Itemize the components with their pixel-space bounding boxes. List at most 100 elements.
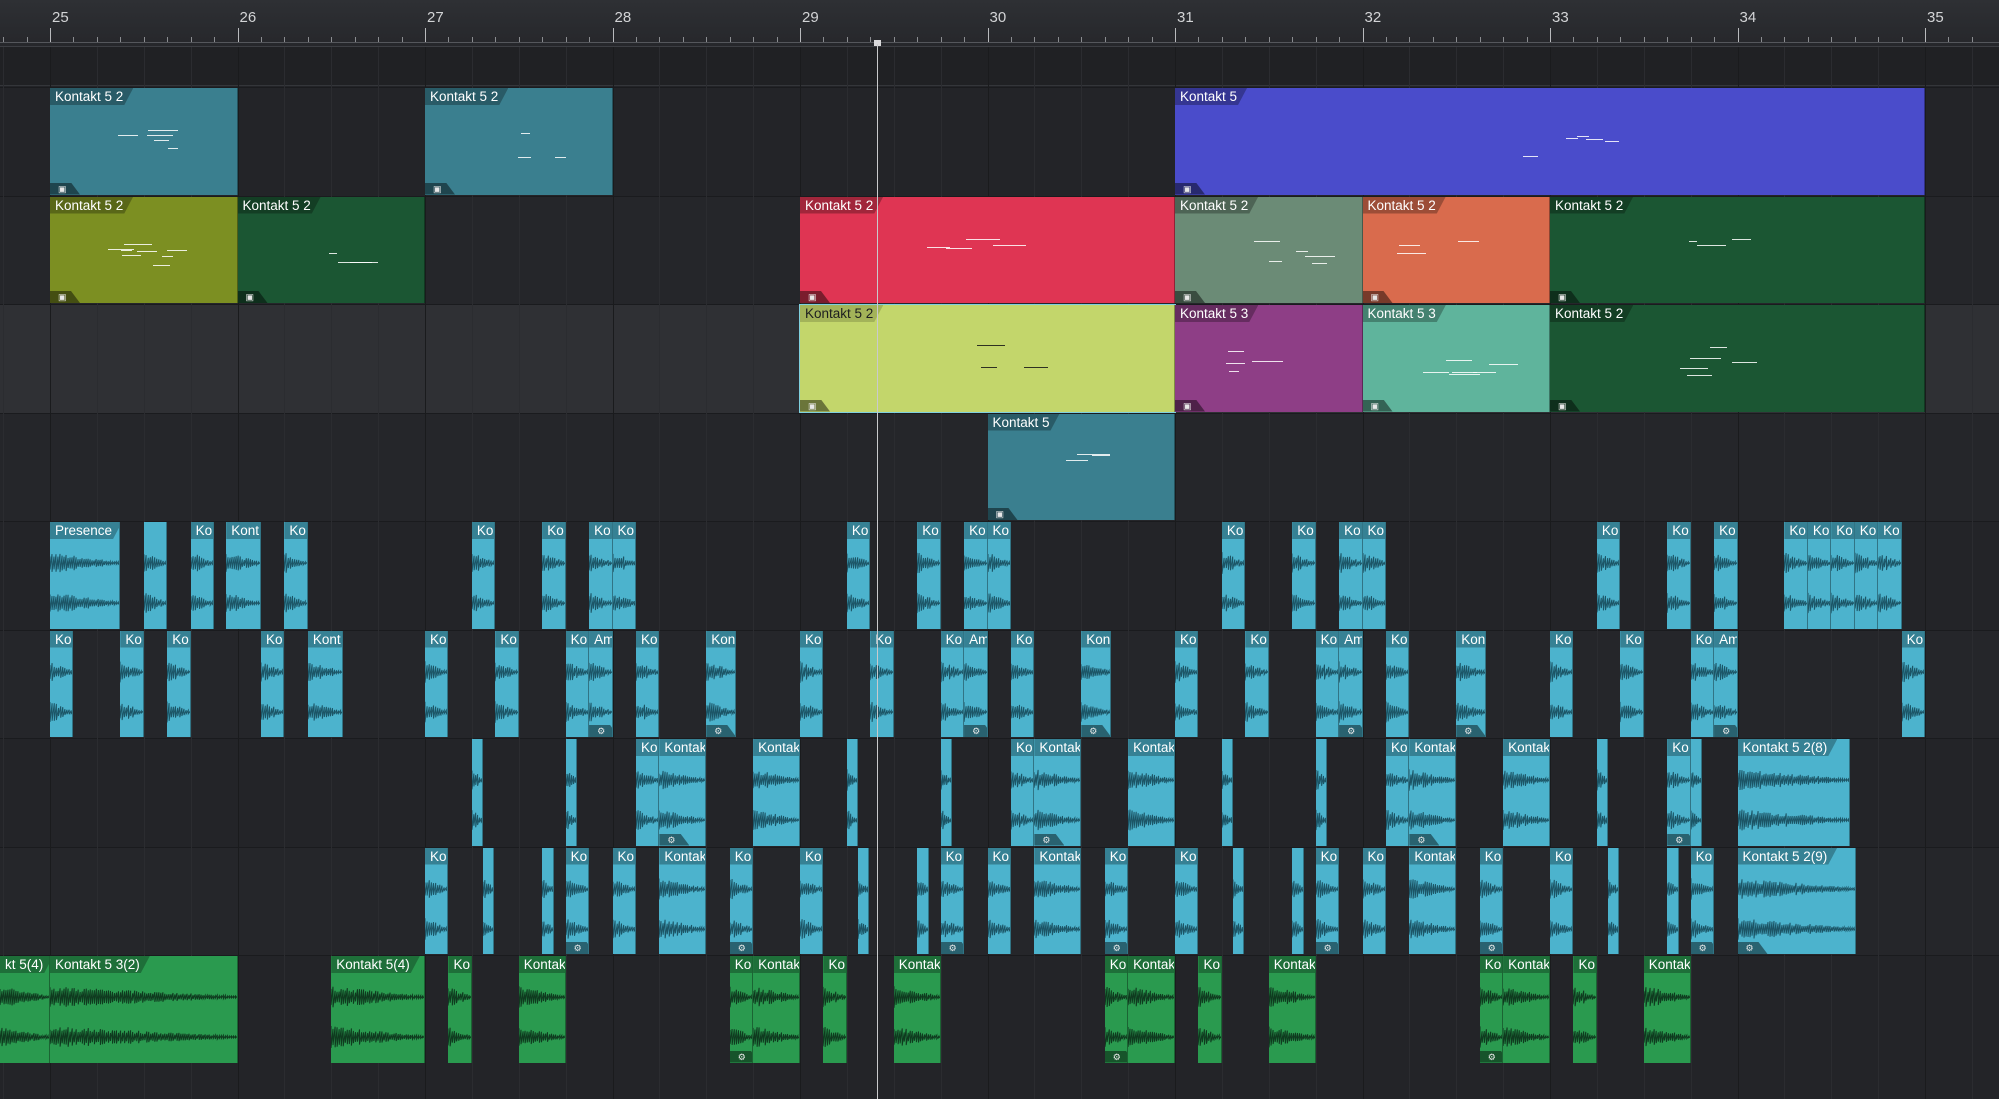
instrument-event[interactable]: Kontakt 5 2 ▣ [1550,305,1925,412]
audio-event[interactable]: Kontakt 5 2(9) ⚙ [1737,847,1856,954]
audio-event[interactable]: Ko ⚙ [565,847,590,954]
audio-event[interactable]: Ko [846,522,871,629]
audio-event[interactable] [1608,847,1620,954]
instrument-event[interactable]: Kontakt 5 ▣ [1175,88,1925,195]
audio-event[interactable]: Kontakt [893,956,941,1063]
gear-icon[interactable]: ⚙ [729,942,753,954]
audio-event[interactable]: Kontakt 5 2(8) [1737,739,1850,846]
audio-event[interactable]: Ko ⚙ [940,847,965,954]
lock-icon[interactable]: ▣ [50,182,80,195]
audio-event[interactable] [1315,739,1327,846]
audio-event[interactable]: Ko ⚙ [1690,847,1715,954]
audio-event[interactable]: Ko [1550,630,1574,737]
audio-event[interactable]: Ko [1878,522,1902,629]
audio-event[interactable]: Ko [1596,522,1621,629]
audio-event[interactable]: Kont [226,522,261,629]
audio-event[interactable]: Ko [823,956,847,1063]
audio-event[interactable]: Ko [1175,847,1199,954]
lock-icon[interactable]: ▣ [1550,291,1580,303]
audio-event[interactable]: Ko [1550,847,1574,954]
instrument-event[interactable]: Kontakt 5 3 ▣ [1175,305,1363,412]
gear-icon[interactable]: ⚙ [1409,833,1440,846]
audio-event[interactable]: Kon ⚙ [1081,630,1112,737]
audio-event[interactable]: Ko [1339,522,1363,629]
audio-event[interactable]: Ko ⚙ [1479,956,1504,1063]
gear-icon[interactable]: ⚙ [1479,1050,1503,1063]
gear-icon[interactable]: ⚙ [1315,942,1339,954]
timeline-ruler[interactable]: 25 26 27 28 29 30 31 32 33 34 35 [0,0,1999,47]
audio-event[interactable]: Ko [964,522,988,629]
audio-event[interactable]: Ko [1315,630,1340,737]
audio-event[interactable]: Kontakt [659,847,707,954]
track-lane[interactable] [0,955,1999,1064]
audio-event[interactable]: Ko ⚙ [729,956,754,1063]
lock-icon[interactable]: ▣ [800,291,830,303]
lock-icon[interactable]: ▣ [1175,291,1205,303]
audio-event[interactable] [483,847,495,954]
gear-icon[interactable]: ⚙ [1714,725,1737,737]
audio-event[interactable] [1221,739,1234,846]
lock-icon[interactable]: ▣ [425,182,455,195]
audio-event[interactable]: Kon ⚙ [1456,630,1487,737]
audio-event[interactable]: Ko [260,630,285,737]
audio-event[interactable]: Ko [425,847,449,954]
gear-icon[interactable]: ⚙ [729,1050,753,1063]
instrument-event[interactable]: Kontakt 5 2 ▣ [237,196,425,303]
audio-event[interactable]: Kon ⚙ [706,630,737,737]
instrument-event[interactable]: Kontakt 5 2 ▣ [50,88,238,195]
audio-event[interactable]: Kontakt [753,739,800,846]
audio-event[interactable]: Kont [307,630,343,737]
audio-event[interactable]: Ko ⚙ [729,847,754,954]
audio-event[interactable]: Ko [1690,630,1715,737]
audio-event[interactable]: Ko [1010,739,1035,846]
audio-event[interactable]: Ko [800,630,824,737]
audio-event[interactable]: Ko [635,739,660,846]
audio-event[interactable] [143,522,168,629]
instrument-event[interactable]: Kontakt 5 2 ▣ [425,88,613,195]
audio-event[interactable]: Ko [800,847,824,954]
audio-event[interactable]: Ko ⚙ [1315,847,1340,954]
audio-event[interactable]: Ko [471,522,496,629]
audio-event[interactable]: Ko [917,522,941,629]
audio-event[interactable]: Ko ⚙ [1104,956,1129,1063]
instrument-event[interactable]: Kontakt 5 2 ▣ [1362,196,1550,303]
audio-event[interactable]: Kontakt 5(4) [331,956,425,1063]
audio-event[interactable] [565,739,577,846]
audio-event[interactable]: Am ⚙ [589,630,613,737]
audio-event[interactable]: Ko [1807,522,1832,629]
audio-event[interactable] [917,847,930,954]
gear-icon[interactable]: ⚙ [1690,942,1714,954]
audio-event[interactable]: Ko [870,630,894,737]
audio-event[interactable] [1667,847,1680,954]
gear-icon[interactable]: ⚙ [1667,833,1690,846]
gear-icon[interactable]: ⚙ [1081,725,1111,737]
audio-event[interactable]: Ko [1854,522,1879,629]
audio-event[interactable]: Ko [612,522,636,629]
audio-event[interactable]: Ko [120,630,144,737]
audio-event[interactable]: Ko [635,630,660,737]
audio-event[interactable]: Am ⚙ [1714,630,1738,737]
audio-event[interactable]: Ko [589,522,613,629]
audio-event[interactable]: Ko [1010,630,1035,737]
audio-event[interactable]: Kontakt [1128,956,1175,1063]
audio-event[interactable]: Ko [1385,739,1410,846]
instrument-event[interactable]: Kontakt 5 2 ▣ [1175,196,1363,303]
gear-icon[interactable]: ⚙ [1479,942,1503,954]
audio-event[interactable]: Ko [1831,522,1855,629]
gear-icon[interactable]: ⚙ [589,725,612,737]
audio-event[interactable]: Ko [987,847,1011,954]
audio-event[interactable]: Kontakt 5 3(2) [50,956,238,1063]
gear-icon[interactable]: ⚙ [565,942,589,954]
audio-event[interactable]: Ko [1245,630,1269,737]
audio-event[interactable]: Ko [987,522,1011,629]
gear-icon[interactable]: ⚙ [1104,1050,1128,1063]
lock-icon[interactable]: ▣ [1175,399,1205,412]
audio-event[interactable]: Ko [448,956,472,1063]
gear-icon[interactable]: ⚙ [1737,942,1768,954]
audio-event[interactable]: Kontakt [1409,847,1457,954]
audio-event[interactable]: Ko [167,630,191,737]
instrument-event[interactable]: Kontakt 5 2 ▣ [799,304,1176,413]
lock-icon[interactable]: ▣ [987,508,1018,520]
lock-icon[interactable]: ▣ [1362,399,1393,412]
audio-event[interactable]: Ko [425,630,449,737]
